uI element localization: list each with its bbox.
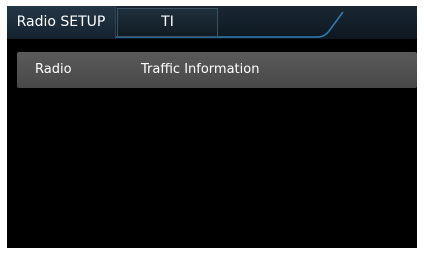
setting-row-radio[interactable]: Radio Traffic Information xyxy=(17,52,417,88)
header-bar: Radio SETUP TI xyxy=(7,6,417,39)
setting-row-label: Radio xyxy=(35,62,72,77)
page-title: Radio SETUP xyxy=(7,6,116,39)
setting-row-value: Traffic Information xyxy=(141,62,260,77)
tab-ti[interactable]: TI xyxy=(117,8,218,37)
radio-setup-screen: Radio SETUP TI Radio Traffic Information xyxy=(7,6,417,248)
